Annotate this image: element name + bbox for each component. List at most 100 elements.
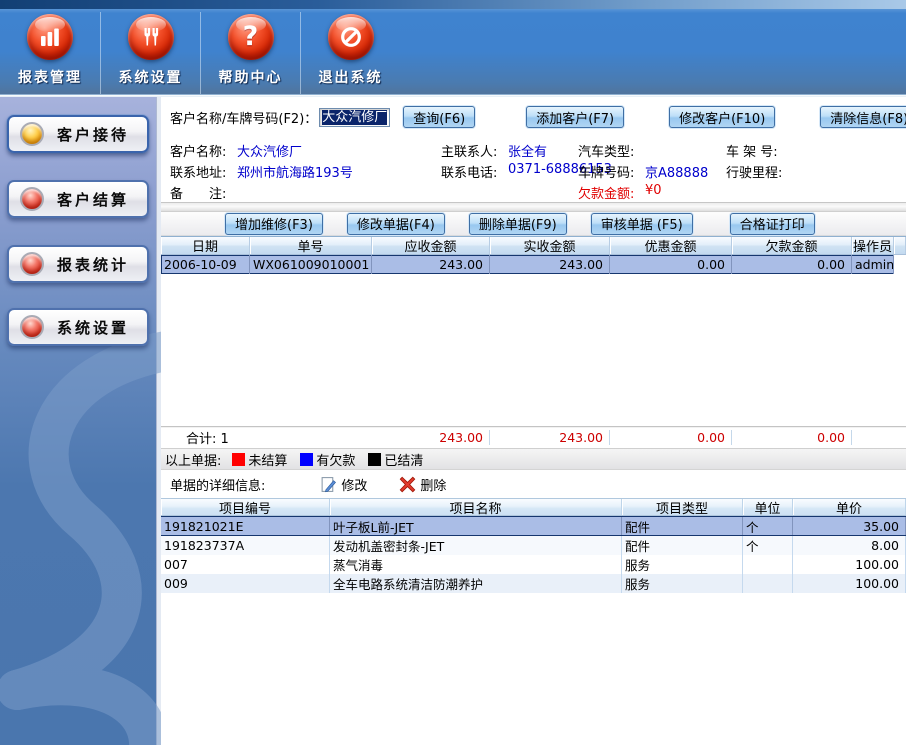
order-receivable: 243.00 [372, 255, 490, 274]
orders-col-operator: 操作员 [852, 237, 894, 254]
toolbar-item-label: 系统设置 [119, 67, 183, 87]
section-divider [161, 202, 906, 212]
item-type: 服务 [622, 574, 743, 593]
car-type-label: 汽车类型: [578, 141, 634, 160]
detail-col-item-name: 项目名称 [330, 499, 622, 515]
item-name: 蒸气消毒 [330, 555, 622, 574]
sidebar-item-label: 客户结算 [57, 189, 129, 210]
legend-label: 以上单据: [165, 450, 221, 469]
plate-value: 京A88888 [645, 162, 708, 181]
sidebar-item-report-statistics[interactable]: 报表统计 [7, 245, 149, 283]
detail-table-empty-area [161, 593, 906, 745]
item-unit: 个 [743, 517, 793, 535]
query-button[interactable]: 查询(F6) [403, 106, 475, 128]
legend-debt-swatch [300, 453, 313, 466]
item-no: 009 [161, 574, 330, 593]
audit-order-button[interactable]: 审核单据 (F5) [591, 213, 693, 235]
item-price: 100.00 [793, 555, 906, 574]
order-no: WX061009010001 [250, 255, 372, 274]
clear-info-button[interactable]: 清除信息(F8) [820, 106, 906, 128]
orders-col-discount: 优惠金额 [610, 237, 732, 254]
detail-title: 单据的详细信息: [161, 475, 265, 494]
red-x-icon [399, 476, 416, 493]
main-panel: 客户名称/车牌号码(F2)： 大众汽修厂 查询(F6) 添加客户(F7) 修改客… [161, 97, 906, 745]
detail-row[interactable]: 007 蒸气消毒 服务 100.00 [161, 555, 906, 574]
edit-customer-button[interactable]: 修改客户(F10) [669, 106, 775, 128]
item-no: 191823737A [161, 536, 330, 555]
detail-table-header: 项目编号 项目名称 项目类型 单位 单价 [161, 498, 906, 516]
certificate-print-button[interactable]: 合格证打印 [730, 213, 815, 235]
sidebar-item-label: 报表统计 [57, 254, 129, 275]
item-name: 叶子板L前-JET [330, 517, 622, 535]
order-date: 2006-10-09 [161, 255, 250, 274]
toolbar-item-system-settings[interactable]: 系统设置 [100, 12, 200, 94]
total-label: 合计: 1 [161, 428, 372, 447]
detail-delete-button[interactable]: 删除 [399, 475, 446, 494]
legend-settled-label: 已结清 [384, 450, 423, 469]
item-type: 配件 [622, 536, 743, 555]
orders-col-date: 日期 [161, 237, 250, 254]
toolbar-item-report-management[interactable]: 报表管理 [0, 12, 100, 94]
sidebar-item-customer-reception[interactable]: 客户接待 [7, 115, 149, 153]
customer-search-row: 客户名称/车牌号码(F2)： 大众汽修厂 查询(F6) 添加客户(F7) 修改客… [161, 97, 906, 137]
add-repair-button[interactable]: 增加维修(F3) [225, 213, 323, 235]
toolbar-item-help-center[interactable]: ? 帮助中心 [200, 12, 300, 94]
detail-col-unit-price: 单价 [793, 499, 906, 515]
customer-name-value: 大众汽修厂 [237, 141, 302, 160]
order-received: 243.00 [490, 255, 610, 274]
orders-table-body[interactable] [161, 274, 906, 426]
contact-label: 主联系人: [441, 141, 497, 160]
plate-label: 车牌号码: [578, 162, 634, 181]
item-no: 191821021E [161, 517, 330, 535]
document-actions-row: 增加维修(F3) 修改单据(F4) 删除单据(F9) 审核单据 (F5) 合格证… [161, 212, 906, 236]
orders-col-debt: 欠款金额 [732, 237, 852, 254]
edit-note-icon [320, 476, 337, 493]
address-label: 联系地址: [170, 162, 226, 181]
orb-icon [20, 252, 44, 276]
add-customer-button[interactable]: 添加客户(F7) [526, 106, 624, 128]
legend-settled-swatch [368, 453, 381, 466]
sidebar: 客户接待 客户结算 报表统计 系统设置 [0, 97, 161, 745]
item-price: 35.00 [793, 517, 906, 535]
detail-row-selected[interactable]: 191821021E 叶子板L前-JET 配件 个 35.00 [161, 516, 906, 536]
detail-row[interactable]: 009 全车电路系统清洁防潮养护 服务 100.00 [161, 574, 906, 593]
detail-row[interactable]: 191823737A 发动机盖密封条-JET 配件 个 8.00 [161, 536, 906, 555]
phone-label: 联系电话: [441, 162, 497, 181]
contact-value: 张全有 [508, 141, 547, 160]
legend-unsettled-label: 未结算 [248, 450, 287, 469]
orders-col-received: 实收金额 [490, 237, 610, 254]
mileage-label: 行驶里程: [726, 162, 782, 181]
order-debt: 0.00 [732, 255, 852, 274]
tools-icon [128, 14, 174, 60]
toolbar-item-exit-system[interactable]: 退出系统 [300, 12, 400, 94]
item-unit: 个 [743, 536, 793, 555]
sidebar-item-label: 客户接待 [57, 124, 129, 145]
search-input-selected-text: 大众汽修厂 [322, 110, 387, 125]
orders-total-row: 合计: 1 243.00 243.00 0.00 0.00 [161, 426, 906, 448]
item-no: 007 [161, 555, 330, 574]
legend-unsettled-swatch [232, 453, 245, 466]
total-received: 243.00 [490, 430, 610, 445]
detail-edit-label: 修改 [341, 475, 367, 494]
address-value: 郑州市航海路193号 [237, 162, 353, 181]
status-legend: 以上单据: 未结算 有欠款 已结清 [161, 448, 906, 470]
debt-label: 欠款金额: [578, 183, 634, 202]
swirl-watermark [0, 315, 161, 745]
detail-edit-button[interactable]: 修改 [320, 475, 367, 494]
detail-delete-label: 删除 [420, 475, 446, 494]
no-entry-icon [328, 14, 374, 60]
customer-name-label: 客户名称: [170, 141, 226, 160]
order-row-selected[interactable]: 2006-10-09 WX061009010001 243.00 243.00 … [161, 255, 906, 274]
toolbar-item-label: 报表管理 [18, 67, 82, 87]
question-icon: ? [228, 14, 274, 60]
orb-icon [20, 187, 44, 211]
delete-order-button[interactable]: 删除单据(F9) [469, 213, 567, 235]
order-operator: admin [852, 255, 894, 274]
customer-search-input[interactable]: 大众汽修厂 [319, 108, 390, 127]
item-price: 8.00 [793, 536, 906, 555]
sidebar-item-system-settings[interactable]: 系统设置 [7, 308, 149, 346]
orders-col-receivable: 应收金额 [372, 237, 490, 254]
search-label: 客户名称/车牌号码(F2)： [170, 108, 317, 127]
sidebar-item-customer-settlement[interactable]: 客户结算 [7, 180, 149, 218]
edit-order-button[interactable]: 修改单据(F4) [347, 213, 445, 235]
